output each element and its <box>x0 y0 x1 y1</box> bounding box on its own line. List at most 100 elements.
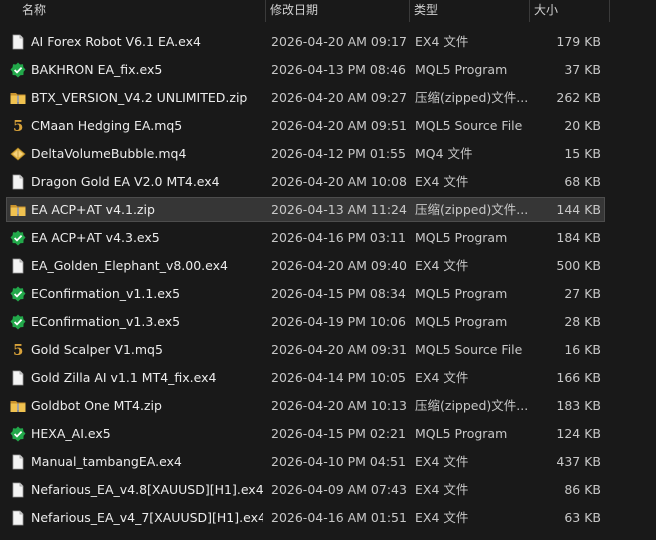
file-explorer-list: 名称 修改日期 类型 大小 AI Forex Robot V6.1 EA.ex4… <box>0 0 656 540</box>
file-date-modified: 2026-04-20 AM 10:08 <box>271 174 407 189</box>
file-type: 压缩(zipped)文件... <box>415 90 528 105</box>
file-date-modified: 2026-04-10 PM 04:51 <box>271 454 406 469</box>
file-type: EX4 文件 <box>415 482 469 497</box>
file-type: EX4 文件 <box>415 510 469 525</box>
file-name: DeltaVolumeBubble.mq4 <box>31 146 187 161</box>
file-size: 15 KB <box>564 146 601 161</box>
document-icon <box>10 174 26 190</box>
file-name: CMaan Hedging EA.mq5 <box>31 118 183 133</box>
file-name: Nefarious_EA_v4_7[XAUUSD][H1].ex4 <box>31 510 263 525</box>
column-header-bar: 名称 修改日期 类型 大小 <box>0 0 656 22</box>
file-date-modified: 2026-04-20 AM 10:13 <box>271 398 407 413</box>
file-name: BTX_VERSION_V4.2 UNLIMITED.zip <box>31 90 248 105</box>
file-size: 437 KB <box>556 454 601 469</box>
file-size: 86 KB <box>564 482 601 497</box>
file-name: HEXA_AI.ex5 <box>31 426 111 441</box>
document-icon <box>10 454 26 470</box>
file-date-modified: 2026-04-20 AM 09:17 <box>271 34 407 49</box>
file-date-modified: 2026-04-15 PM 08:34 <box>271 286 406 301</box>
file-row[interactable]: AI Forex Robot V6.1 EA.ex4 2026-04-20 AM … <box>0 28 656 56</box>
file-date-modified: 2026-04-15 PM 02:21 <box>271 426 406 441</box>
file-size: 37 KB <box>564 62 601 77</box>
file-row[interactable]: EA_Golden_Elephant_v8.00.ex4 2026-04-20 A… <box>0 252 656 280</box>
file-type: 压缩(zipped)文件... <box>415 202 528 217</box>
file-size: 68 KB <box>564 174 601 189</box>
file-row[interactable]: EConfirmation_v1.3.ex5 2026-04-19 PM 10:0… <box>0 308 656 336</box>
file-row[interactable]: EA ACP+AT v4.3.ex5 2026-04-16 PM 03:11 MQL… <box>0 224 656 252</box>
document-icon <box>10 482 26 498</box>
file-date-modified: 2026-04-20 AM 09:31 <box>271 342 407 357</box>
mql5-source-icon: 5 <box>13 117 24 135</box>
file-row[interactable]: Goldbot One MT4.zip 2026-04-20 AM 10:13 压缩… <box>0 392 656 420</box>
file-type: MQ4 文件 <box>415 146 473 161</box>
file-type: EX4 文件 <box>415 258 469 273</box>
document-icon <box>10 370 26 386</box>
file-size: 144 KB <box>556 202 601 217</box>
mql5-program-icon <box>10 230 26 246</box>
document-icon <box>10 510 26 526</box>
file-row[interactable]: BTX_VERSION_V4.2 UNLIMITED.zip 2026-04-20… <box>0 84 656 112</box>
file-type: EX4 文件 <box>415 454 469 469</box>
file-name: EConfirmation_v1.1.ex5 <box>31 286 181 301</box>
mql5-program-icon <box>10 62 26 78</box>
mql5-program-icon <box>10 426 26 442</box>
file-type: EX4 文件 <box>415 370 469 385</box>
file-size: 124 KB <box>556 426 601 441</box>
file-row[interactable]: EA ACP+AT v4.1.zip 2026-04-13 AM 11:24 压缩(… <box>0 196 656 224</box>
file-date-modified: 2026-04-20 AM 09:51 <box>271 118 407 133</box>
document-icon <box>10 34 26 50</box>
file-name: EA_Golden_Elephant_v8.00.ex4 <box>31 258 228 273</box>
file-type: MQL5 Program <box>415 314 508 329</box>
file-list: AI Forex Robot V6.1 EA.ex4 2026-04-20 AM … <box>0 28 656 532</box>
file-date-modified: 2026-04-09 AM 07:43 <box>271 482 407 497</box>
file-date-modified: 2026-04-16 PM 03:11 <box>271 230 406 245</box>
file-size: 27 KB <box>564 286 601 301</box>
file-row[interactable]: Nefarious_EA_v4_7[XAUUSD][H1].ex4 2026-04… <box>0 504 656 532</box>
file-size: 262 KB <box>556 90 601 105</box>
file-date-modified: 2026-04-13 PM 08:46 <box>271 62 406 77</box>
file-type: 压缩(zipped)文件... <box>415 398 528 413</box>
file-row[interactable]: Nefarious_EA_v4.8[XAUUSD][H1].ex4 2026-04… <box>0 476 656 504</box>
file-date-modified: 2026-04-19 PM 10:06 <box>271 314 406 329</box>
file-name: EA ACP+AT v4.1.zip <box>31 202 155 217</box>
file-row[interactable]: 5 Gold Scalper V1.mq5 2026-04-20 AM 09:31 M… <box>0 336 656 364</box>
file-name: BAKHRON EA_fix.ex5 <box>31 62 163 77</box>
column-header-type[interactable]: 类型 <box>410 0 530 22</box>
column-header-date-modified[interactable]: 修改日期 <box>266 0 410 22</box>
file-type: EX4 文件 <box>415 34 469 49</box>
file-name: Gold Zilla AI v1.1 MT4_fix.ex4 <box>31 370 217 385</box>
column-header-size[interactable]: 大小 <box>530 0 610 22</box>
document-icon <box>10 258 26 274</box>
file-name: EA ACP+AT v4.3.ex5 <box>31 230 160 245</box>
file-row[interactable]: Manual_tambangEA.ex4 2026-04-10 PM 04:51 E… <box>0 448 656 476</box>
file-name: AI Forex Robot V6.1 EA.ex4 <box>31 34 201 49</box>
file-type: MQL5 Program <box>415 62 508 77</box>
file-row[interactable]: DeltaVolumeBubble.mq4 2026-04-12 PM 01:55… <box>0 140 656 168</box>
file-row[interactable]: 5 CMaan Hedging EA.mq5 2026-04-20 AM 09:51… <box>0 112 656 140</box>
file-size: 63 KB <box>564 510 601 525</box>
file-type: MQL5 Program <box>415 426 508 441</box>
file-row[interactable]: EConfirmation_v1.1.ex5 2026-04-15 PM 08:3… <box>0 280 656 308</box>
file-row[interactable]: HEXA_AI.ex5 2026-04-15 PM 02:21 MQL5 Progr… <box>0 420 656 448</box>
file-date-modified: 2026-04-20 AM 09:40 <box>271 258 407 273</box>
zip-folder-icon <box>10 398 26 414</box>
file-type: MQL5 Program <box>415 286 508 301</box>
file-name: Manual_tambangEA.ex4 <box>31 454 182 469</box>
file-name: Goldbot One MT4.zip <box>31 398 162 413</box>
file-row[interactable]: BAKHRON EA_fix.ex5 2026-04-13 PM 08:46 MQL… <box>0 56 656 84</box>
file-size: 166 KB <box>556 370 601 385</box>
mql5-program-icon <box>10 286 26 302</box>
file-size: 179 KB <box>556 34 601 49</box>
file-type: MQL5 Program <box>415 230 508 245</box>
file-row[interactable]: Dragon Gold EA V2.0 MT4.ex4 2026-04-20 AM… <box>0 168 656 196</box>
mql5-source-icon: 5 <box>13 341 24 359</box>
file-size: 20 KB <box>564 118 601 133</box>
file-size: 183 KB <box>556 398 601 413</box>
file-date-modified: 2026-04-13 AM 11:24 <box>271 202 407 217</box>
file-type: EX4 文件 <box>415 174 469 189</box>
zip-folder-icon <box>10 202 26 218</box>
column-header-name[interactable]: 名称 <box>18 0 266 22</box>
zip-folder-icon <box>10 90 26 106</box>
file-row[interactable]: Gold Zilla AI v1.1 MT4_fix.ex4 2026-04-14… <box>0 364 656 392</box>
file-date-modified: 2026-04-16 AM 01:51 <box>271 510 407 525</box>
